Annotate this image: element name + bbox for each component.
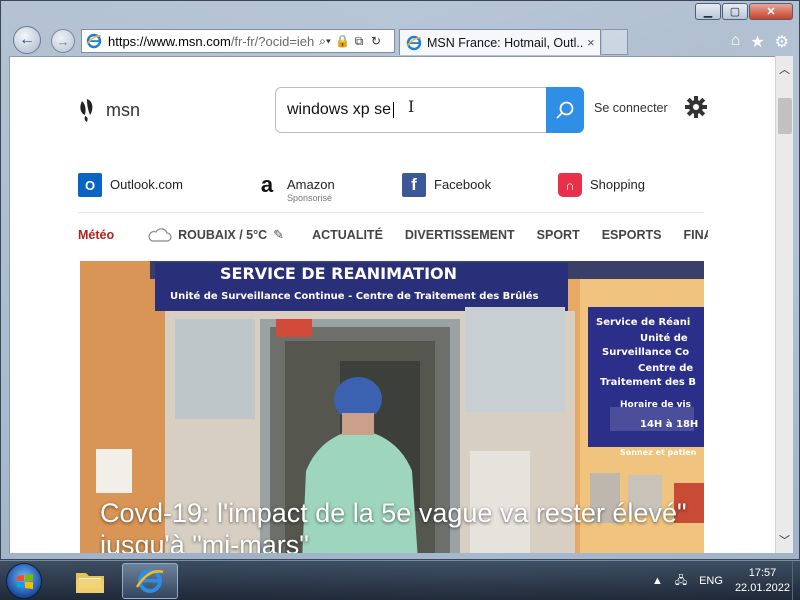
quicklink-label: Facebook [434, 177, 492, 192]
window-caption-buttons: ▁ ▢ ✕ [695, 3, 793, 20]
page-viewport: msn windows xp se I Se connecter O Outlo… [9, 56, 775, 553]
tab-title: MSN France: Hotmail, Outl... [427, 35, 583, 50]
refresh-icon[interactable]: ↻ [369, 34, 383, 48]
url-path: /fr-fr/?ocid=ieh [230, 33, 314, 49]
nav-divertissement[interactable]: DIVERTISSEMENT [405, 228, 515, 242]
maximize-button[interactable]: ▢ [722, 3, 748, 20]
show-desktop-button[interactable] [792, 561, 800, 600]
url-text[interactable]: https://www.msn.com/fr-fr/?ocid=ieh [108, 34, 314, 49]
search-dropdown-icon[interactable]: ⌕▾ [318, 34, 332, 49]
taskbar: ▲ 🖧 ENG 17:57 22.01.2022 [0, 560, 800, 600]
quicklink-label: Outlook.com [110, 177, 183, 192]
network-icon[interactable]: 🖧 [675, 572, 687, 591]
edit-pencil-icon[interactable]: ✎ [273, 227, 284, 243]
show-hidden-icons-arrow-icon[interactable]: ▲ [652, 575, 663, 587]
home-icon[interactable]: ⌂ [731, 32, 741, 52]
ie-taskbar-icon [135, 569, 164, 593]
side-sign-text: Unité de [640, 332, 688, 344]
quicklink-label: Amazon [287, 177, 335, 192]
side-sign-text: 14H à 18H [640, 418, 698, 430]
search-button[interactable] [546, 87, 584, 133]
browser-tools: ⌂ ★ ⚙ [731, 32, 789, 52]
start-button[interactable] [6, 563, 42, 599]
nav-sport[interactable]: SPORT [537, 228, 580, 242]
minimize-button[interactable]: ▁ [695, 3, 721, 20]
divider [78, 212, 704, 213]
cloud-icon [148, 228, 172, 242]
category-nav: Météo ROUBAIX / 5°C ✎ ACTUALITÉ DIVERTIS… [78, 223, 708, 247]
url-domain: https://www.msn.com [108, 33, 231, 49]
sign-sub-text: Unité de Surveillance Continue - Centre … [170, 290, 539, 302]
scroll-thumb[interactable] [778, 98, 792, 134]
nav-meteo[interactable]: Météo [78, 228, 114, 242]
quicklink-shopping[interactable]: ∩ Shopping [558, 173, 645, 197]
msn-logo[interactable]: msn [78, 97, 140, 123]
search-input-value: windows xp se [287, 101, 392, 118]
quicklink-amazon[interactable]: a Amazon Sponsorisé [255, 172, 335, 203]
sponsored-label: Sponsorisé [287, 193, 333, 203]
weather-location[interactable]: ROUBAIX / 5°C ✎ [146, 227, 284, 243]
favorites-star-icon[interactable]: ★ [750, 32, 764, 52]
side-sign-text: Traitement des B [600, 377, 696, 388]
hero-headline[interactable]: Covd-19: l'impact de la 5e vague va rest… [100, 497, 690, 553]
search-icon [556, 101, 574, 119]
taskbar-explorer[interactable] [62, 563, 118, 599]
scroll-up-arrow-icon[interactable]: ︿ [776, 60, 793, 78]
nav-finance[interactable]: FINANCE [683, 228, 708, 242]
sign-main-text: SERVICE DE REANIMATION [220, 264, 457, 283]
clock[interactable]: 17:57 22.01.2022 [735, 566, 790, 596]
tools-gear-icon[interactable]: ⚙ [775, 32, 789, 52]
logo-text: msn [106, 99, 141, 120]
side-sign-text: Service de Réani [596, 316, 690, 328]
quick-links: O Outlook.com a Amazon Sponsorisé f Face… [78, 172, 708, 209]
nav-esports[interactable]: ESPORTS [602, 228, 662, 242]
amazon-icon: a [260, 172, 274, 197]
facebook-icon: f [402, 173, 426, 197]
compatibility-view-icon[interactable]: ⧉ [352, 34, 366, 49]
hero-article[interactable]: SERVICE DE REANIMATION Unité de Surveill… [80, 261, 704, 553]
vertical-scrollbar[interactable]: ︿ ﹀ [775, 56, 793, 553]
ie-tab-icon [406, 35, 422, 50]
quicklink-outlook[interactable]: O Outlook.com [78, 173, 183, 197]
msn-butterfly-icon [80, 99, 93, 122]
quicklink-facebook[interactable]: f Facebook [402, 173, 491, 197]
system-tray: ▲ 🖧 ENG 17:57 22.01.2022 [652, 561, 790, 600]
close-window-button[interactable]: ✕ [749, 3, 793, 20]
scroll-down-arrow-icon[interactable]: ﹀ [776, 531, 793, 549]
windows-flag-icon [17, 574, 33, 589]
sign-in-link[interactable]: Se connecter [594, 101, 668, 115]
nav-actualite[interactable]: ACTUALITÉ [312, 228, 383, 242]
weather-text: ROUBAIX / 5°C [178, 228, 268, 242]
settings-gear-icon[interactable] [684, 95, 708, 119]
clock-time: 17:57 [748, 567, 777, 580]
navigation-bar: ← → https://www.msn.com/fr-fr/?ocid=ieh … [1, 23, 800, 57]
address-bar[interactable]: https://www.msn.com/fr-fr/?ocid=ieh ⌕▾ 🔒… [81, 29, 395, 53]
forward-button[interactable]: → [51, 29, 75, 53]
side-sign-text: Sonnez et patien [620, 448, 697, 457]
ie-page-icon [86, 33, 102, 49]
back-arrow-icon: ← [19, 31, 35, 48]
side-sign-text: Horaire de vis [620, 400, 691, 410]
address-bar-icons: ⌕▾ 🔒 ⧉ ↻ [318, 34, 383, 49]
forward-arrow-icon: → [56, 33, 70, 49]
text-caret [393, 102, 395, 118]
side-sign-text: Surveillance Co [602, 347, 689, 358]
shopping-bag-icon: ∩ [558, 173, 582, 197]
clock-date: 22.01.2022 [734, 582, 790, 594]
lock-icon[interactable]: 🔒 [335, 34, 350, 48]
language-indicator[interactable]: ENG [699, 575, 723, 587]
quicklink-label: Shopping [590, 177, 645, 192]
mouse-ibeam-cursor: I [408, 97, 415, 116]
back-button[interactable]: ← [13, 26, 41, 54]
outlook-icon: O [78, 173, 102, 197]
folder-icon [76, 573, 104, 593]
tab-msn[interactable]: MSN France: Hotmail, Outl... × [399, 29, 601, 55]
new-tab-button[interactable] [602, 29, 628, 55]
taskbar-internet-explorer[interactable] [122, 563, 178, 599]
tab-close-button[interactable]: × [587, 35, 595, 50]
side-sign-text: Centre de [638, 363, 693, 374]
